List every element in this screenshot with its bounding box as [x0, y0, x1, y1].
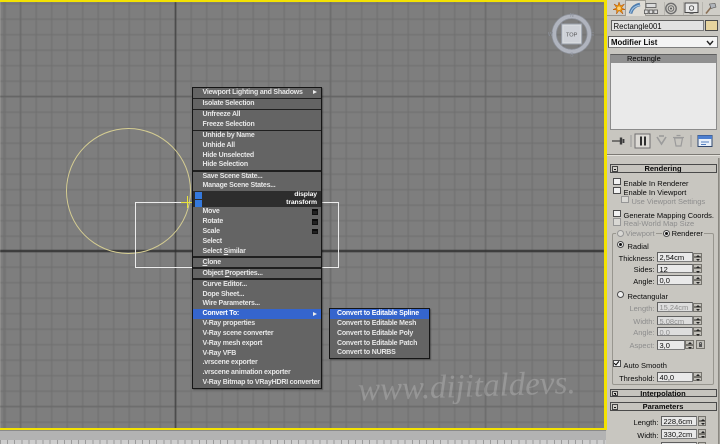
svg-text:S: S [570, 53, 574, 59]
svg-text:TOP: TOP [566, 32, 578, 38]
svg-text:W: W [548, 32, 554, 38]
svg-text:O: O [688, 4, 694, 13]
svg-text:E: E [591, 32, 595, 38]
svg-text:N: N [570, 13, 574, 19]
